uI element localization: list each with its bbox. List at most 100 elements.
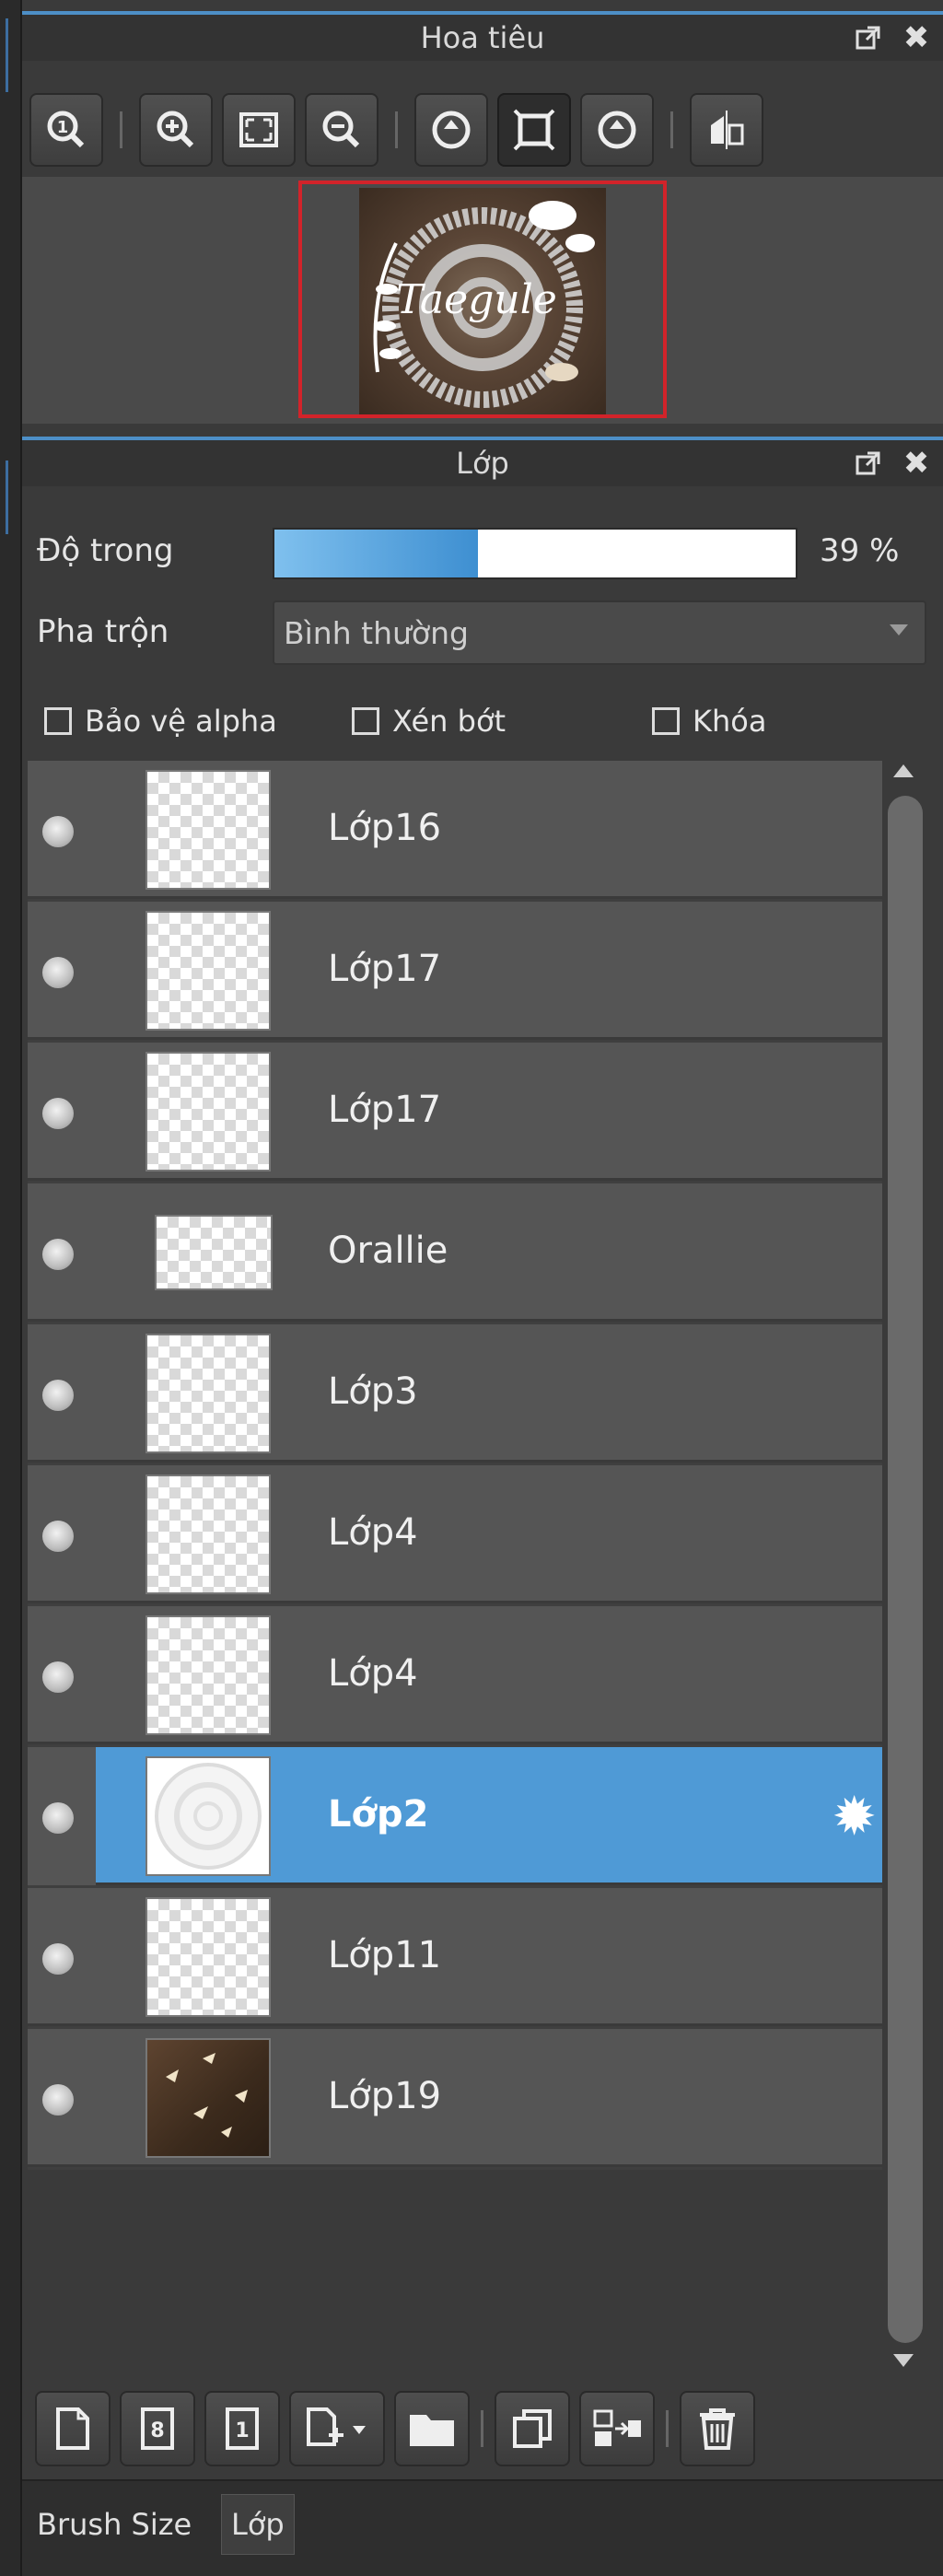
new-layer-button[interactable]: [35, 2391, 111, 2466]
blend-label: Pha trộn: [37, 613, 169, 650]
separator: [395, 111, 398, 148]
visibility-toggle-icon[interactable]: [42, 2084, 74, 2116]
opacity-value: 39 %: [820, 532, 900, 569]
checkbox-box[interactable]: [652, 707, 680, 735]
visibility-toggle-icon[interactable]: [42, 1943, 74, 1975]
blend-mode-value: Bình thường: [284, 614, 469, 651]
fit-window-icon: [513, 109, 555, 151]
rotate-right-icon: [598, 111, 636, 149]
zoom-in-button[interactable]: [139, 93, 213, 167]
duplicate-layer-button[interactable]: [495, 2391, 570, 2466]
visibility-toggle-icon[interactable]: [42, 1098, 74, 1129]
layer-row[interactable]: Lớp11: [28, 1888, 882, 2026]
rotate-left-icon: [432, 111, 471, 149]
duplicate-layer-icon: [513, 2409, 552, 2448]
layer-name: Lớp16: [328, 807, 442, 849]
checkbox-box[interactable]: [352, 707, 379, 735]
visibility-toggle-icon[interactable]: [42, 1380, 74, 1411]
merge-down-button[interactable]: [579, 2391, 655, 2466]
float-icon[interactable]: [853, 448, 884, 479]
layer-name: Lớp11: [328, 1934, 442, 1976]
new-1bit-layer-icon: 1: [226, 2407, 259, 2450]
visibility-toggle-icon[interactable]: [42, 1802, 74, 1834]
scroll-down-icon[interactable]: [893, 2354, 914, 2367]
protect-alpha-label: Bảo vệ alpha: [85, 704, 277, 739]
new-8bit-layer-icon: 8: [141, 2407, 174, 2450]
flip-horizontal-icon: [711, 111, 744, 149]
chevron-down-icon: [890, 624, 908, 635]
fit-screen-icon: [239, 112, 278, 147]
close-icon[interactable]: ✖: [901, 445, 932, 482]
layer-thumbnail: [146, 770, 271, 890]
lock-checkbox[interactable]: Khóa: [652, 698, 766, 744]
zoom-in-icon: [157, 111, 194, 148]
visibility-toggle-icon[interactable]: [42, 1521, 74, 1552]
layer-thumbnail: [146, 2038, 271, 2158]
svg-text:8: 8: [150, 2419, 164, 2442]
close-icon[interactable]: ✖: [901, 19, 932, 56]
scroll-up-icon[interactable]: [893, 764, 914, 777]
layer-row[interactable]: Lớp16: [28, 761, 882, 899]
layer-name: Lớp4: [328, 1652, 418, 1695]
layer-name: Lớp3: [328, 1370, 418, 1413]
bottom-tab-bar: Brush Size Lớp: [22, 2479, 943, 2576]
layer-thumbnail: [146, 1897, 271, 2017]
layer-row[interactable]: Lớp4: [28, 1606, 882, 1744]
scrollbar-thumb[interactable]: [888, 796, 923, 2343]
layer-thumbnail: [155, 1215, 273, 1290]
layer-row[interactable]: Lớp19: [28, 2029, 882, 2167]
tab-layers[interactable]: Lớp: [221, 2494, 295, 2555]
rotate-left-button[interactable]: [414, 93, 488, 167]
layer-row[interactable]: Lớp17: [28, 902, 882, 1040]
zoom-out-icon: [322, 111, 360, 148]
layer-name: Lớp19: [328, 2075, 442, 2117]
tab-label: Brush Size: [37, 2507, 192, 2542]
fit-screen-button[interactable]: [222, 93, 296, 167]
separator: [670, 111, 673, 148]
layer-row[interactable]: Orallie: [28, 1183, 882, 1322]
rotate-right-button[interactable]: [580, 93, 654, 167]
layer-name: Lớp4: [328, 1511, 418, 1554]
tab-brush-size[interactable]: Brush Size: [28, 2494, 201, 2555]
left-dock-strip: [0, 0, 22, 2576]
protect-alpha-checkbox[interactable]: Bảo vệ alpha: [44, 698, 277, 744]
layer-row[interactable]: Lớp17: [28, 1043, 882, 1181]
navigator-titlebar: Hoa tiêu ✖: [22, 11, 943, 61]
layer-list: Lớp16 Lớp17 Lớp17 Orallie Lớp3 Lớp4 Lớp4: [28, 761, 882, 2170]
visibility-toggle-icon[interactable]: [42, 1239, 74, 1270]
add-layer-menu-button[interactable]: [289, 2391, 385, 2466]
layer-name: Orallie: [328, 1230, 448, 1272]
layer-thumbnail: [146, 911, 271, 1031]
layer-name: Lớp17: [328, 948, 442, 990]
zoom-out-button[interactable]: [305, 93, 378, 167]
layer-thumbnail: [146, 1334, 271, 1453]
layer-name: Lớp2: [328, 1793, 429, 1836]
float-icon[interactable]: [853, 22, 884, 53]
separator: [120, 111, 122, 148]
layers-titlebar: Lớp ✖: [22, 437, 943, 486]
visibility-toggle-icon[interactable]: [42, 816, 74, 847]
new-8bit-layer-button[interactable]: 8: [120, 2391, 195, 2466]
layer-row-selected[interactable]: Lớp2 ✹: [28, 1747, 882, 1885]
new-1bit-layer-button[interactable]: 1: [204, 2391, 280, 2466]
dock-marker: [6, 18, 8, 92]
viewport-indicator[interactable]: [298, 181, 667, 418]
blend-mode-select[interactable]: Bình thường: [273, 600, 926, 665]
fit-window-button[interactable]: [497, 93, 571, 167]
new-layer-icon: [56, 2407, 89, 2450]
navigator-toolbar: 1: [22, 85, 943, 175]
layer-row[interactable]: Lớp4: [28, 1465, 882, 1603]
navigator-title: Hoa tiêu: [420, 20, 545, 55]
visibility-toggle-icon[interactable]: [42, 957, 74, 988]
actual-size-button[interactable]: 1: [29, 93, 103, 167]
gear-icon[interactable]: ✹: [832, 1789, 877, 1843]
clipping-checkbox[interactable]: Xén bớt: [352, 698, 506, 744]
delete-layer-button[interactable]: [680, 2391, 755, 2466]
flip-horizontal-button[interactable]: [690, 93, 763, 167]
layer-thumbnail: [146, 1474, 271, 1594]
visibility-toggle-icon[interactable]: [42, 1661, 74, 1693]
checkbox-box[interactable]: [44, 707, 72, 735]
layer-name: Lớp17: [328, 1089, 442, 1131]
layer-row[interactable]: Lớp3: [28, 1324, 882, 1463]
new-folder-button[interactable]: [394, 2391, 470, 2466]
